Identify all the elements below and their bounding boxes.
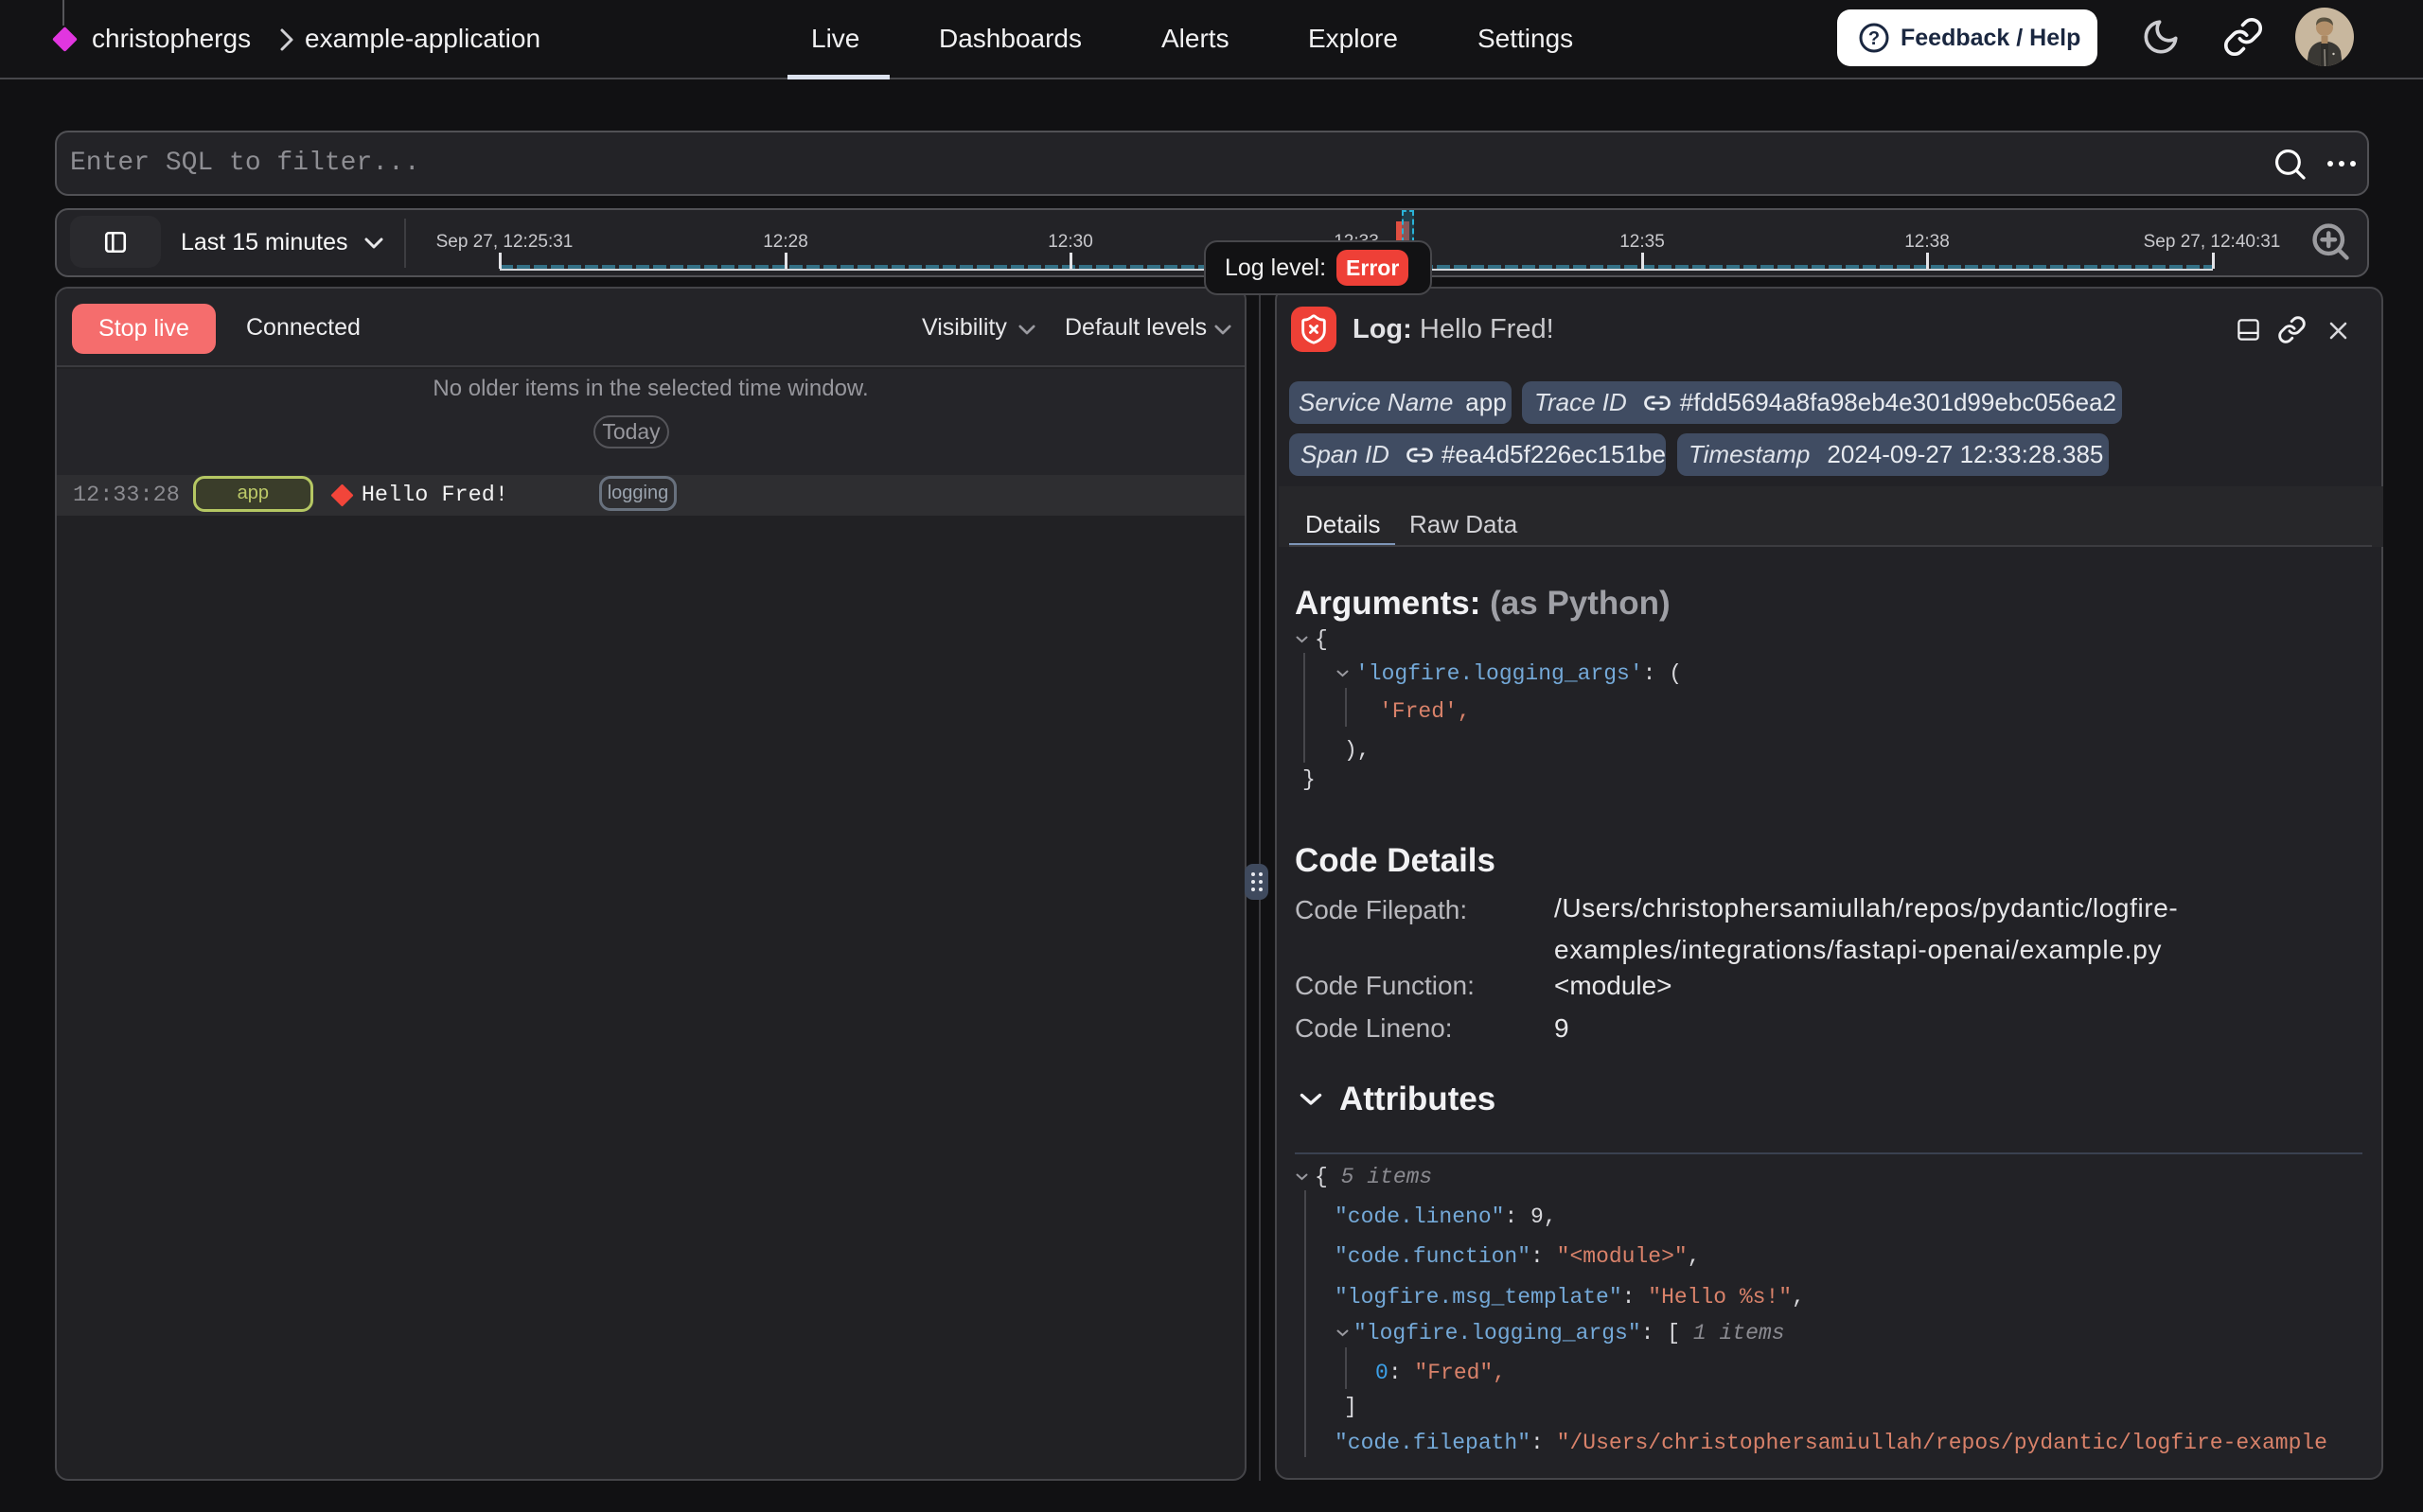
svg-text:?: ?	[1868, 28, 1880, 49]
